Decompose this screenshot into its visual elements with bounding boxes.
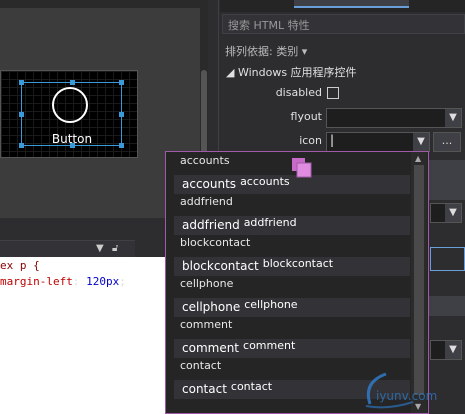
dropdown-scrollbar-thumb[interactable]	[414, 165, 424, 395]
resize-handle-ne[interactable]	[119, 80, 124, 85]
flyout-label: flyout	[290, 110, 322, 123]
dropdown-item-name[interactable]: accounts	[180, 154, 230, 167]
property-input-partial[interactable]	[430, 247, 465, 271]
icon-combobox-value[interactable]: |	[330, 133, 334, 147]
dropdown-item-name[interactable]: cellphone	[180, 277, 233, 290]
dropdown-item-row-label: blockcontact blockcontact	[182, 257, 334, 273]
icon-more-button[interactable]: ...	[433, 132, 461, 152]
icon-combobox[interactable]: | ▼	[326, 132, 430, 152]
dropdown-item-row-label: comment comment	[182, 339, 296, 355]
copy-icon	[292, 158, 312, 178]
disabled-checkbox[interactable]	[327, 87, 339, 99]
pin-icon[interactable]: 🔓︎	[112, 243, 118, 254]
dropdown-item-value: contact	[182, 382, 227, 396]
dropdown-item-value: cellphone	[182, 300, 241, 314]
dropdown-item-preview: contact	[230, 380, 273, 393]
resize-handle-n[interactable]	[70, 80, 75, 85]
code-line-rule: margin-left: 120px;	[0, 275, 126, 288]
canvas-top-strip	[0, 0, 205, 8]
dropdown-item-name[interactable]: contact	[180, 359, 221, 372]
resize-handle-sw[interactable]	[19, 143, 24, 148]
chevron-down-icon[interactable]: ▼	[445, 341, 461, 359]
chevron-down-icon[interactable]: ▼	[413, 133, 429, 151]
resize-handle-w[interactable]	[19, 112, 24, 117]
chevron-down-icon[interactable]: ▼	[445, 109, 461, 127]
properties-topbar-tab[interactable]	[294, 0, 409, 8]
dropdown-item-row-label: contact contact	[182, 380, 273, 396]
dropdown-item-row-label: addfriend addfriend	[182, 216, 297, 232]
dropdown-item-name[interactable]: comment	[180, 318, 232, 331]
dropdown-item-row[interactable]: cellphone cellphone	[174, 298, 410, 317]
css-pane-header: ▼ 🔓︎	[0, 240, 135, 258]
dropdown-item-preview: blockcontact	[262, 257, 334, 270]
dropdown-item-value: blockcontact	[182, 259, 259, 273]
dropdown-item-row[interactable]: addfriend addfriend	[174, 216, 410, 235]
property-combobox-partial[interactable]: ▼	[430, 340, 462, 360]
css-code-pane[interactable]: ex p { margin-left: 120px;	[0, 257, 165, 414]
dropdown-item-row[interactable]: blockcontact blockcontact	[174, 257, 410, 276]
dropdown-item-row-label: accounts accounts	[182, 175, 290, 191]
flyout-combobox[interactable]: ▼	[326, 108, 462, 128]
group-header-windows-controls[interactable]: ◢ Windows 应用程序控件	[226, 64, 357, 80]
code-line-selector: ex p {	[0, 259, 40, 272]
dropdown-arrow-icon[interactable]: ▼	[96, 243, 104, 254]
dropdown-item-preview: cellphone	[244, 298, 298, 311]
property-combobox-partial[interactable]: ▼	[430, 203, 462, 223]
search-html-attributes-input[interactable]: 搜索 HTML 特性	[222, 14, 465, 34]
resize-handle-se[interactable]	[119, 143, 124, 148]
chevron-down-icon[interactable]: ▼	[445, 204, 461, 222]
dropdown-item-value: comment	[182, 341, 240, 355]
icon-label: icon	[299, 134, 322, 147]
dropdown-item-row[interactable]: comment comment	[174, 339, 410, 358]
watermark-logo: iyunv.com	[365, 372, 437, 409]
app-bar-button-label[interactable]: Button	[30, 132, 114, 146]
scroll-up-icon[interactable]: ▲	[415, 154, 421, 163]
resize-handle-e[interactable]	[119, 112, 124, 117]
dropdown-item-name[interactable]: blockcontact	[180, 236, 250, 249]
dropdown-item-value: accounts	[182, 177, 237, 191]
disabled-label: disabled	[275, 86, 322, 99]
dropdown-item-row-label: cellphone cellphone	[182, 298, 298, 314]
app-bar-button-circle-icon[interactable]	[52, 87, 88, 123]
resize-handle-nw[interactable]	[19, 80, 24, 85]
dropdown-item-preview: comment	[243, 339, 296, 352]
dropdown-item-name[interactable]: addfriend	[180, 195, 233, 208]
canvas-scrollbar-thumb[interactable]	[201, 70, 207, 160]
dropdown-item-preview: addfriend	[243, 216, 297, 229]
dropdown-item-preview: accounts	[240, 175, 290, 188]
dropdown-item-value: addfriend	[182, 218, 240, 232]
sort-by-dropdown[interactable]: 排列依据: 类别 ▾	[225, 43, 307, 59]
svg-text:iyunv.com: iyunv.com	[376, 389, 437, 403]
